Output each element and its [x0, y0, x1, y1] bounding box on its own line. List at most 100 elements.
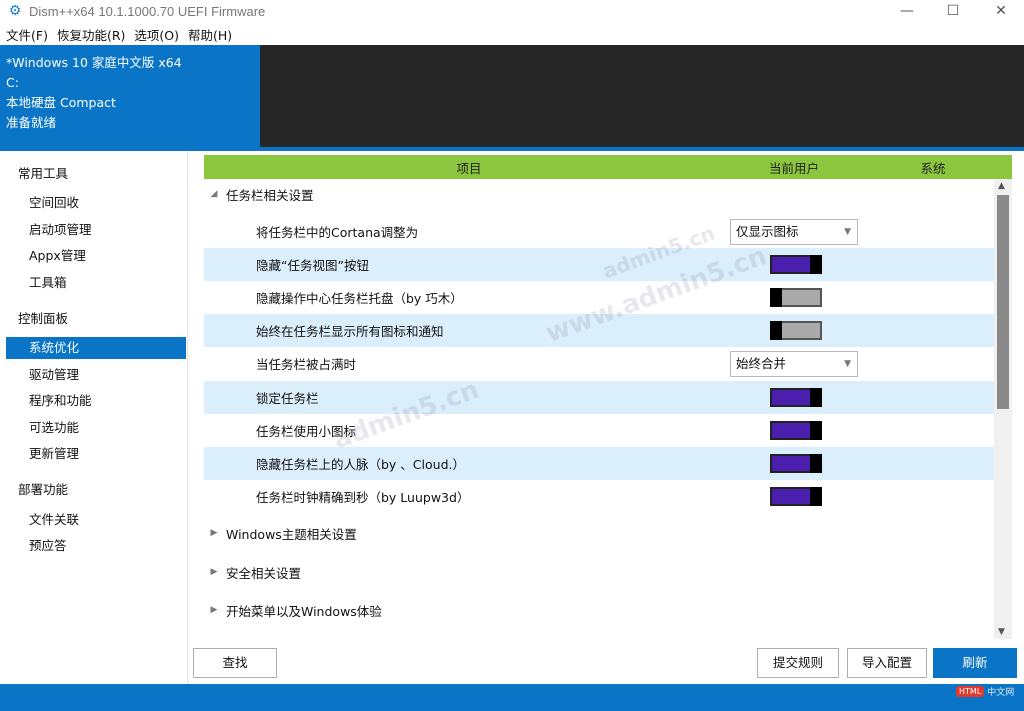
minimize-button[interactable]: —: [884, 0, 930, 22]
select-value: 始终合并: [736, 356, 787, 371]
toggle-knob: [810, 388, 822, 407]
section-security[interactable]: ▶ 安全相关设置: [204, 559, 994, 585]
menu-restore[interactable]: 恢复功能(R): [57, 25, 125, 44]
setting-row: 隐藏“任务视图”按钮: [204, 248, 994, 281]
refresh-button[interactable]: 刷新: [933, 648, 1017, 678]
setting-toggle[interactable]: [770, 487, 822, 506]
section-label: 开始菜单以及Windows体验: [226, 603, 382, 619]
drive-letter: C:: [6, 75, 19, 90]
sidebar-group-control-panel: 控制面板: [18, 311, 69, 326]
menu-help[interactable]: 帮助(H): [188, 25, 232, 44]
window-title: Dism++x64 10.1.1000.70 UEFI Firmware: [29, 3, 266, 19]
expanded-arrow-icon: ◢: [210, 189, 218, 199]
maximize-button[interactable]: ☐: [930, 0, 976, 22]
main-panel: 项目 当前用户 系统 ◢ 任务栏相关设置 将任务栏中的Cortana调整为 仅显…: [188, 151, 1024, 684]
sidebar-item-file-assoc[interactable]: 文件关联: [6, 509, 186, 531]
setting-label: 锁定任务栏: [256, 391, 319, 406]
table-header: 项目 当前用户 系统: [204, 155, 1012, 179]
scroll-up-arrow-icon[interactable]: ▲: [998, 181, 1005, 191]
setting-row: 将任务栏中的Cortana调整为 仅显示图标 ▼: [204, 215, 994, 248]
os-name: *Windows 10 家庭中文版 x64: [6, 55, 182, 70]
setting-label: 隐藏操作中心任务栏托盘（by 巧木）: [256, 291, 463, 306]
setting-row: 任务栏时钟精确到秒（by Luupw3d）: [204, 480, 994, 513]
find-button[interactable]: 查找: [193, 648, 277, 678]
setting-toggle[interactable]: [770, 388, 822, 407]
sidebar-item-space-cleanup[interactable]: 空间回收: [6, 192, 186, 214]
title-bar: ⚙ Dism++x64 10.1.1000.70 UEFI Firmware: [0, 0, 1024, 22]
toggle-knob: [810, 487, 822, 506]
status-text: 准备就绪: [6, 115, 57, 130]
site-logo: HTML 中文网: [956, 682, 1020, 700]
collapsed-arrow-icon: ▶: [210, 528, 218, 538]
toggle-knob: [770, 321, 782, 340]
setting-label: 隐藏任务栏上的人脉（by 、Cloud.）: [256, 457, 465, 472]
sidebar-item-drivers[interactable]: 驱动管理: [6, 364, 186, 386]
menu-options[interactable]: 选项(O): [134, 25, 179, 44]
setting-toggle[interactable]: [770, 421, 822, 440]
setting-row: 任务栏使用小图标: [204, 414, 994, 447]
setting-row: 锁定任务栏: [204, 381, 994, 414]
collapsed-arrow-icon: ▶: [210, 567, 218, 577]
setting-row: 隐藏操作中心任务栏托盘（by 巧木）: [204, 281, 994, 314]
setting-toggle[interactable]: [770, 255, 822, 274]
status-bar: [0, 684, 1024, 711]
section-taskbar[interactable]: ◢ 任务栏相关设置: [204, 181, 994, 207]
scrollbar-thumb[interactable]: [997, 195, 1009, 409]
setting-label: 当任务栏被占满时: [256, 357, 357, 372]
section-label: 任务栏相关设置: [226, 187, 314, 203]
setting-label: 始终在任务栏显示所有图标和通知: [256, 324, 444, 339]
logo-text: 中文网: [987, 687, 1015, 698]
logo-badge: HTML: [956, 685, 985, 697]
toggle-knob: [810, 255, 822, 274]
header-dark-area: [260, 45, 1024, 147]
menu-file[interactable]: 文件(F): [6, 25, 48, 44]
section-label: Windows主题相关设置: [226, 526, 357, 542]
sidebar-item-optional-features[interactable]: 可选功能: [6, 417, 186, 439]
sidebar-item-system-optimize[interactable]: 系统优化: [6, 337, 186, 359]
import-config-button[interactable]: 导入配置: [847, 648, 927, 678]
sidebar-group-common-tools: 常用工具: [18, 166, 69, 181]
setting-label: 隐藏“任务视图”按钮: [256, 258, 369, 273]
toggle-knob: [810, 454, 822, 473]
sidebar-item-toolbox[interactable]: 工具箱: [6, 272, 186, 294]
sidebar-item-answer-file[interactable]: 预应答: [6, 535, 186, 557]
setting-row: 隐藏任务栏上的人脉（by 、Cloud.）: [204, 447, 994, 480]
close-button[interactable]: ✕: [978, 0, 1024, 22]
column-header-current-user[interactable]: 当前用户: [734, 158, 854, 177]
setting-label: 任务栏时钟精确到秒（by Luupw3d）: [256, 490, 470, 505]
setting-label: 任务栏使用小图标: [256, 424, 357, 439]
select-value: 仅显示图标: [736, 224, 799, 239]
cortana-mode-select[interactable]: 仅显示图标 ▼: [730, 219, 858, 245]
column-header-item[interactable]: 项目: [204, 158, 734, 177]
toggle-knob: [810, 421, 822, 440]
setting-label: 将任务栏中的Cortana调整为: [256, 225, 419, 240]
collapsed-arrow-icon: ▶: [210, 605, 218, 615]
gear-app-icon: ⚙: [8, 3, 22, 19]
chevron-down-icon: ▼: [844, 227, 851, 237]
setting-toggle[interactable]: [770, 288, 822, 307]
vertical-scrollbar[interactable]: ▲ ▼: [994, 179, 1012, 639]
image-info-panel[interactable]: *Windows 10 家庭中文版 x64 C: 本地硬盘 Compact 准备…: [0, 45, 260, 147]
scroll-down-arrow-icon[interactable]: ▼: [998, 627, 1005, 637]
setting-row: 始终在任务栏显示所有图标和通知: [204, 314, 994, 347]
section-start-menu[interactable]: ▶ 开始菜单以及Windows体验: [204, 597, 994, 623]
disk-info: 本地硬盘 Compact: [6, 95, 116, 110]
menu-bar: 文件(F) 恢复功能(R) 选项(O) 帮助(H): [0, 24, 1024, 44]
sidebar-item-updates[interactable]: 更新管理: [6, 443, 186, 465]
sidebar-item-startup[interactable]: 启动项管理: [6, 219, 186, 241]
sidebar-item-appx[interactable]: Appx管理: [6, 245, 186, 267]
setting-row: 当任务栏被占满时 始终合并 ▼: [204, 347, 994, 380]
submit-rules-button[interactable]: 提交规则: [757, 648, 839, 678]
settings-list: ◢ 任务栏相关设置 将任务栏中的Cortana调整为 仅显示图标 ▼ 隐藏“任务…: [204, 179, 994, 639]
column-header-system[interactable]: 系统: [854, 158, 1012, 177]
toggle-knob: [770, 288, 782, 307]
taskbar-full-select[interactable]: 始终合并 ▼: [730, 351, 858, 377]
section-label: 安全相关设置: [226, 565, 302, 581]
sidebar-item-programs[interactable]: 程序和功能: [6, 390, 186, 412]
section-windows-theme[interactable]: ▶ Windows主题相关设置: [204, 520, 994, 546]
sidebar-group-deploy: 部署功能: [18, 482, 69, 497]
sidebar: 常用工具 空间回收 启动项管理 Appx管理 工具箱 控制面板 系统优化 驱动管…: [0, 151, 188, 684]
setting-toggle[interactable]: [770, 321, 822, 340]
chevron-down-icon: ▼: [844, 359, 851, 369]
setting-toggle[interactable]: [770, 454, 822, 473]
